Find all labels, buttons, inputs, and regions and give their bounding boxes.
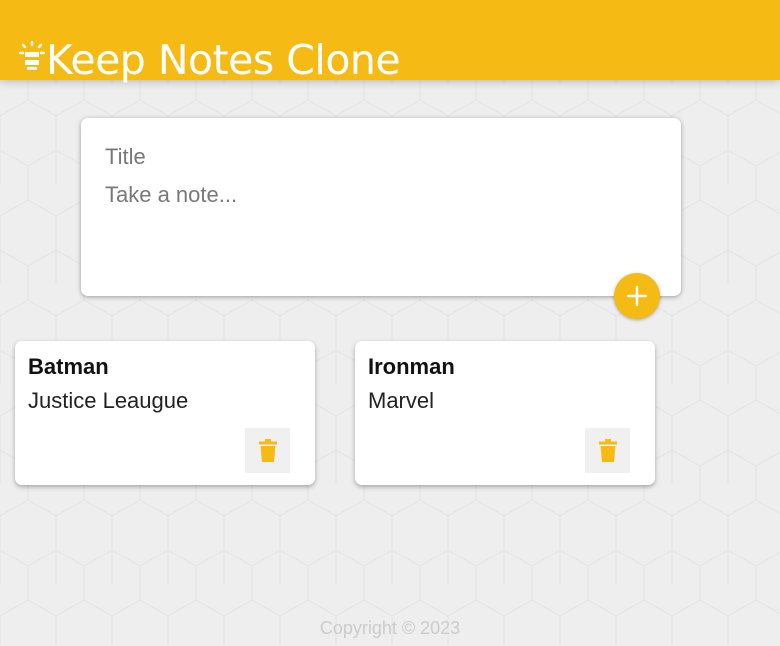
note-title: Batman bbox=[28, 354, 109, 379]
app-title: Keep Notes Clone bbox=[18, 36, 401, 85]
note-content: Justice Leaugue bbox=[28, 388, 189, 413]
app-title-text: Keep Notes Clone bbox=[46, 36, 401, 85]
plus-icon bbox=[626, 285, 648, 307]
copyright-text: Copyright © 2023 bbox=[319, 618, 461, 638]
page-footer: Copyright © 2023 bbox=[0, 618, 780, 639]
app-header: Keep Notes Clone bbox=[0, 0, 780, 84]
delete-note-button[interactable] bbox=[245, 428, 290, 473]
lightbulb-icon bbox=[18, 36, 46, 84]
note-content: Marvel bbox=[368, 388, 435, 413]
note-title-input[interactable] bbox=[105, 142, 655, 172]
add-note-button[interactable] bbox=[614, 273, 660, 319]
note-card: Batman Justice Leaugue bbox=[15, 341, 315, 485]
trash-icon bbox=[258, 439, 277, 462]
note-content-textarea[interactable] bbox=[105, 181, 655, 271]
create-note-form bbox=[81, 118, 681, 296]
note-card: Ironman Marvel bbox=[355, 341, 655, 485]
trash-icon bbox=[598, 439, 617, 462]
delete-note-button[interactable] bbox=[585, 428, 630, 473]
hexagon-background-pattern bbox=[0, 0, 780, 646]
note-title: Ironman bbox=[368, 354, 455, 379]
